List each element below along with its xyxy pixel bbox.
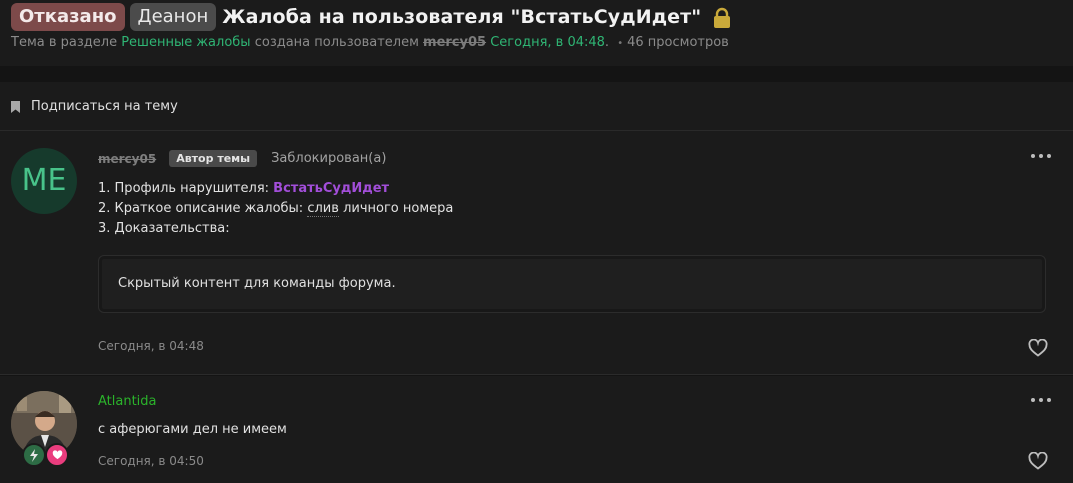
post-body: 1. Профиль нарушителя: ВстатьСудИдет 2. … [98, 179, 453, 239]
body-line-1: 1. Профиль нарушителя: ВстатьСудИдет [98, 181, 390, 196]
subscribe-label: Подписаться на тему [31, 99, 178, 114]
post: Atlantida с аферюгами дел не имеем Сегод… [0, 376, 1073, 483]
thread-actions-bar: Подписаться на тему [0, 82, 1073, 131]
meta-prefix: Тема в разделе [11, 35, 118, 50]
author-link[interactable]: mercy05 [423, 35, 486, 50]
hidden-content-block: Скрытый контент для команды форума. [98, 255, 1046, 313]
separator-dot: • [617, 38, 624, 49]
hidden-content-text: Скрытый контент для команды форума. [118, 276, 396, 291]
lightning-icon [22, 443, 46, 467]
section-link[interactable]: Решенные жалобы [121, 35, 250, 50]
views-count: 46 просмотров [627, 35, 729, 50]
prefix-category-badge[interactable]: Деанон [129, 3, 217, 31]
violator-link[interactable]: ВстатьСудИдет [273, 181, 389, 196]
heart-badge-icon [45, 443, 69, 467]
created-at-link[interactable]: Сегодня, в 04:48 [490, 35, 605, 50]
created-by-label: создана пользователем [254, 35, 419, 50]
more-icon[interactable] [1031, 153, 1051, 159]
bookmark-icon [11, 100, 20, 113]
highlighted-word: слив [307, 201, 339, 217]
thread-header: Отказано Деанон Жалоба на пользователя "… [0, 0, 1073, 66]
post: ME mercy05 Автор темы Заблокирован(а) 1.… [0, 131, 1073, 375]
author-badge: Автор темы [169, 150, 258, 167]
heart-icon[interactable] [1028, 338, 1048, 357]
avatar[interactable]: ME [11, 148, 77, 214]
thread-meta: Тема в разделе Решенные жалобы создана п… [11, 35, 729, 50]
username[interactable]: mercy05 [98, 152, 156, 166]
period: . [604, 35, 610, 50]
body-line-3: 3. Доказательства: [98, 221, 230, 236]
username[interactable]: Atlantida [98, 394, 157, 409]
subscribe-button[interactable]: Подписаться на тему [11, 99, 178, 114]
more-icon[interactable] [1031, 397, 1051, 403]
user-status: Заблокирован(а) [271, 151, 387, 166]
body-line-2: 2. Краткое описание жалобы: слив личного… [98, 201, 454, 217]
title-row: Отказано Деанон Жалоба на пользователя "… [11, 2, 731, 32]
post-timestamp[interactable]: Сегодня, в 04:50 [98, 454, 204, 468]
post-header: mercy05 Автор темы Заблокирован(а) [98, 150, 386, 167]
avatar-badges [22, 443, 69, 467]
lock-icon [713, 7, 731, 29]
page-title: Жалоба на пользователя "ВстатьСудИдет" [222, 6, 702, 28]
heart-icon[interactable] [1028, 451, 1048, 470]
prefix-status-badge[interactable]: Отказано [11, 3, 125, 31]
post-body: с аферюгами дел не имеем [98, 422, 287, 437]
post-timestamp[interactable]: Сегодня, в 04:48 [98, 339, 204, 353]
